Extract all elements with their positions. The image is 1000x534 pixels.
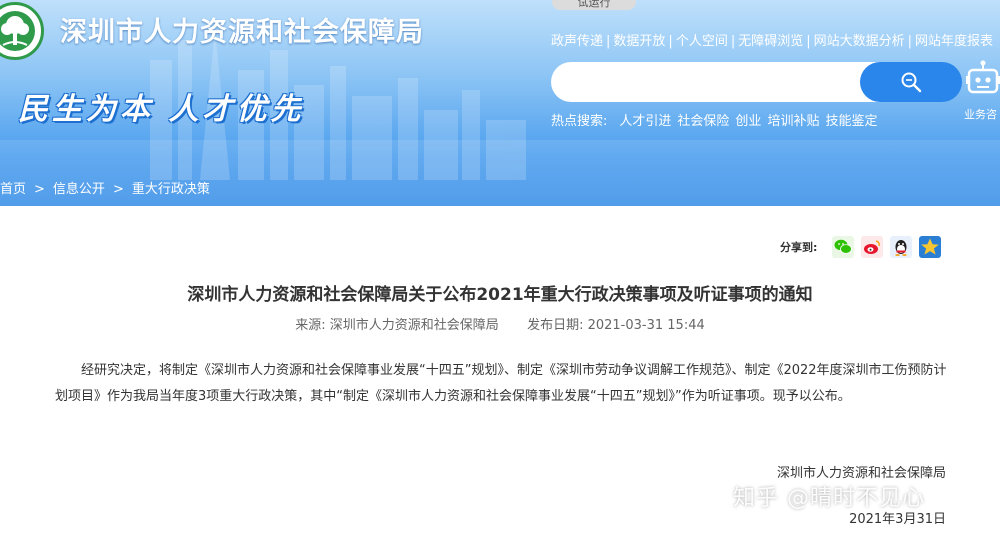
breadcrumb-separator: > <box>34 182 45 197</box>
source-value: 深圳市人力资源和社会保障局 <box>329 318 499 333</box>
top-link-open-data[interactable]: 数据开放 <box>613 34 665 49</box>
share-bar: 分享到: <box>780 236 942 258</box>
article-body: 经研究决定，将制定《深圳市人力资源和社会保障事业发展“十四五”规划》、制定《深圳… <box>55 363 947 404</box>
weibo-icon[interactable] <box>861 236 884 258</box>
top-link-big-data[interactable]: 网站大数据分析 <box>814 34 905 49</box>
source-label: 来源: <box>295 318 326 333</box>
article-title: 深圳市人力资源和社会保障局关于公布2021年重大行政决策事项及听证事项的通知 <box>187 285 813 305</box>
hot-search-item[interactable]: 社会保险 <box>677 114 729 129</box>
divider: | <box>806 34 811 49</box>
qq-icon[interactable] <box>890 236 913 258</box>
breadcrumb-separator: > <box>112 182 124 197</box>
divider: | <box>668 34 673 49</box>
hot-search-item[interactable]: 培训补贴 <box>767 114 819 129</box>
search-button[interactable] <box>860 62 962 102</box>
hot-search-item[interactable]: 技能鉴定 <box>825 114 877 129</box>
date-value: 2021-03-31 15:44 <box>587 318 705 333</box>
slogan-banner: 民生为本 人才优先 <box>18 92 305 127</box>
search-icon <box>901 72 922 93</box>
share-label: 分享到: <box>780 241 818 254</box>
hot-search-label: 热点搜索: <box>551 114 608 129</box>
robot-assistant-icon[interactable] <box>966 60 1000 104</box>
article-sign-date: 2021年3月31日 <box>849 512 946 527</box>
top-links: 政声传递 | 数据开放 | 个人空间 | 无障碍浏览 | 网站大数据分析 | 网站年度报表 <box>551 30 993 49</box>
qzone-icon[interactable] <box>919 236 942 258</box>
hot-search-item[interactable]: 创业 <box>735 114 761 129</box>
divider: | <box>606 34 611 49</box>
top-link-zhengsheng[interactable]: 政声传递 <box>551 34 603 49</box>
breadcrumb: 首页 > 信息公开 > 重大行政决策 <box>0 178 210 197</box>
hot-search-item[interactable]: 人才引进 <box>619 114 671 129</box>
divider: | <box>730 34 736 49</box>
breadcrumb-info-disclosure[interactable]: 信息公开 <box>53 182 105 197</box>
site-title[interactable]: 深圳市人力资源和社会保障局 <box>60 10 424 49</box>
article-meta: 来源: 深圳市人力资源和社会保障局 发布日期: 2021-03-31 15:44 <box>0 314 1000 333</box>
divider: | <box>907 34 913 49</box>
breadcrumb-major-decisions[interactable]: 重大行政决策 <box>132 182 210 197</box>
robot-assistant-label: 业务咨 <box>964 108 997 121</box>
tree-logo-icon <box>0 11 35 51</box>
wechat-icon[interactable] <box>832 236 855 258</box>
site-header: 深圳市人力资源和社会保障局 民生为本 人才优先 试运行 政声传递 | 数据开放 | 个人… <box>0 0 1000 206</box>
breadcrumb-home[interactable]: 首页 <box>0 182 26 197</box>
trial-tag: 试运行 <box>552 0 636 10</box>
article-signature: 深圳市人力资源和社会保障局 <box>776 466 946 481</box>
search-input[interactable] <box>551 62 881 102</box>
date-label: 发布日期: <box>527 318 584 333</box>
top-link-accessibility[interactable]: 无障碍浏览 <box>738 34 803 49</box>
top-link-personal-space[interactable]: 个人空间 <box>676 34 728 49</box>
hot-search: 热点搜索: 人才引进 社会保险 创业 培训补贴 技能鉴定 <box>551 110 883 129</box>
top-link-annual-report[interactable]: 网站年度报表 <box>915 34 993 49</box>
